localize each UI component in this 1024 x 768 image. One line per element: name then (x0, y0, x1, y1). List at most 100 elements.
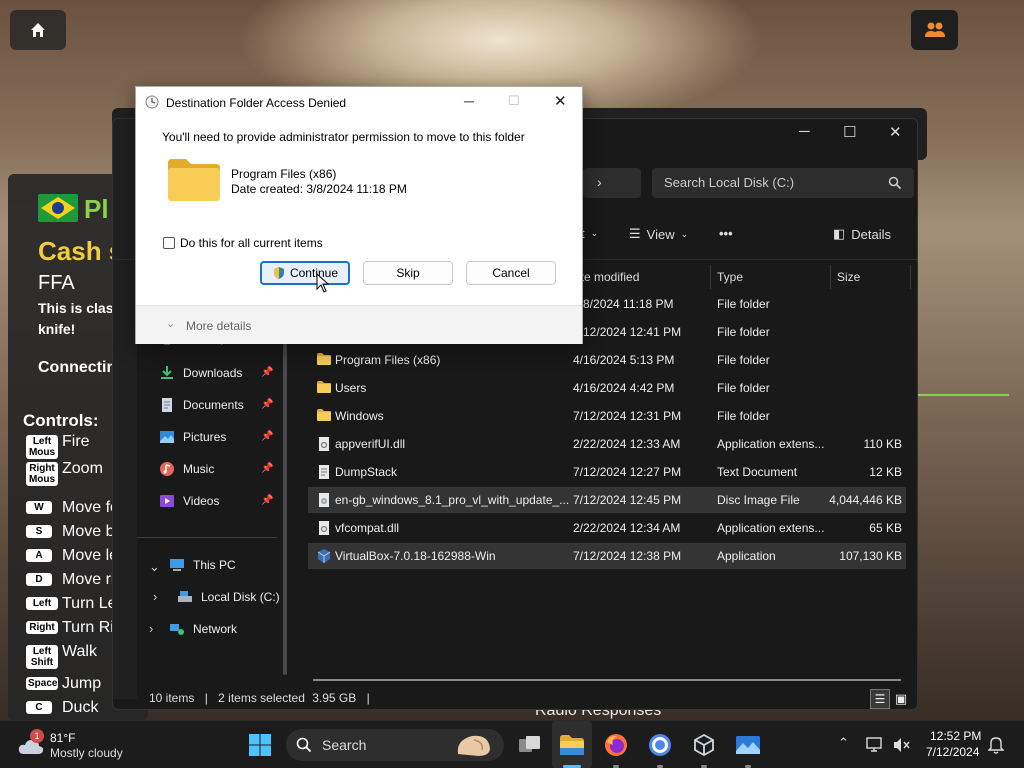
file-size: 107,130 KB (839, 549, 902, 563)
chevron-right-icon: › (597, 174, 602, 190)
column-size[interactable]: Size (831, 265, 911, 289)
control-key: Right Mous (26, 462, 58, 486)
nav-item[interactable]: Downloads (159, 361, 242, 385)
more-details-link[interactable]: More details (186, 319, 251, 333)
nav-item[interactable]: Music (159, 457, 214, 481)
volume-muted-icon[interactable] (893, 737, 911, 753)
file-date: 7/12/2024 12:38 PM (573, 549, 682, 563)
column-date-modified[interactable]: ate modified (568, 265, 711, 289)
file-move-icon (145, 95, 159, 109)
file-type: File folder (717, 381, 770, 395)
pin-icon[interactable]: 📌 (261, 367, 273, 378)
pin-icon[interactable]: 📌 (261, 399, 273, 410)
nav-scrollbar[interactable] (283, 295, 287, 675)
uac-shield-icon (273, 267, 284, 279)
control-key: Right (26, 621, 58, 634)
start-button[interactable] (246, 731, 274, 759)
chrome-icon (649, 734, 671, 756)
photos-taskbar-button[interactable] (734, 731, 762, 759)
control-action: Fire (62, 433, 90, 450)
hud-line (905, 394, 1009, 396)
file-date: 7/12/2024 12:41 PM (573, 325, 682, 339)
file-date: 4/16/2024 5:13 PM (573, 353, 675, 367)
task-view-button[interactable] (516, 731, 544, 759)
file-date: 2/22/2024 12:33 AM (573, 437, 681, 451)
close-icon[interactable]: ✕ (889, 123, 902, 141)
details-pane-button[interactable]: ◧ Details (833, 226, 891, 242)
game-type-label: FFA (38, 272, 75, 294)
file-row[interactable]: Windows 7/12/2024 12:31 PM File folder (308, 403, 906, 429)
nav-item[interactable]: Documents (159, 393, 244, 417)
file-row[interactable]: VirtualBox-7.0.18-162988-Win 7/12/2024 12… (308, 543, 906, 569)
virtualbox-icon (694, 733, 714, 757)
control-key: D (26, 573, 52, 586)
pin-icon[interactable]: 📌 (261, 431, 273, 442)
game-description-line2: knife! (38, 321, 76, 337)
virtualbox-taskbar-button[interactable] (690, 731, 718, 759)
people-icon (924, 22, 945, 37)
file-row[interactable]: Program Files (x86) 4/16/2024 5:13 PM File… (308, 347, 906, 373)
file-explorer-taskbar-button[interactable] (558, 731, 586, 759)
details-view-icon[interactable]: ☰ (870, 689, 890, 709)
file-row[interactable]: vfcompat.dll 2/22/2024 12:34 AM Applicatio… (308, 515, 906, 541)
pictures-icon (160, 431, 174, 443)
view-button[interactable]: ☰ View ⌄ (629, 226, 688, 242)
pin-icon[interactable]: 📌 (261, 463, 273, 474)
minimize-icon[interactable]: ─ (799, 123, 810, 140)
pin-icon[interactable]: 📌 (261, 495, 273, 506)
search-box[interactable]: Search Local Disk (C:) (652, 168, 914, 198)
dialog-message: You'll need to provide administrator per… (162, 130, 525, 144)
chevron-down-icon[interactable]: ⌄ (149, 559, 160, 575)
home-icon (31, 23, 45, 37)
address-bar[interactable]: › (583, 168, 641, 198)
nav-item[interactable]: Pictures (159, 425, 226, 449)
minimize-icon[interactable]: ─ (464, 93, 474, 109)
clock-time[interactable]: 12:52 PM (930, 729, 981, 743)
notifications-bell-icon[interactable] (988, 736, 1004, 754)
home-button[interactable] (10, 10, 66, 50)
tiles-view-icon[interactable]: ▣ (892, 689, 910, 709)
file-row[interactable]: DumpStack 7/12/2024 12:27 PM Text Document… (308, 459, 906, 485)
cancel-button[interactable]: Cancel (466, 261, 556, 285)
chevron-right-icon[interactable]: › (153, 589, 157, 604)
more-options-button[interactable]: ••• (719, 226, 733, 241)
nav-item[interactable]: This PC (169, 553, 236, 577)
sort-button[interactable]: t⌄ (581, 226, 598, 241)
horizontal-scrollbar[interactable] (313, 679, 901, 681)
nav-item-label: Videos (183, 494, 220, 508)
status-bar: 10 items | 2 items selected 3.95 GB | (149, 691, 370, 705)
file-row[interactable]: appverifUI.dll 2/22/2024 12:33 AM Applicat… (308, 431, 906, 457)
selected-count: 2 items selected (218, 691, 305, 705)
search-input[interactable]: Search Local Disk (C:) (664, 175, 794, 190)
clock-date[interactable]: 7/12/2024 (926, 745, 979, 759)
view-toggle: ☰ ▣ (870, 689, 910, 709)
network-icon[interactable] (866, 737, 886, 753)
taskbar-search-label: Search (322, 737, 367, 753)
weather-widget[interactable]: 1 81°F Mostly cloudy (16, 729, 126, 761)
nav-item-label: Downloads (183, 366, 243, 380)
nav-item[interactable]: Network (169, 617, 237, 641)
file-row[interactable]: Users 4/16/2024 4:42 PM File folder (308, 375, 906, 401)
maximize-icon[interactable]: ☐ (843, 123, 856, 141)
chevron-right-icon[interactable]: › (149, 621, 153, 636)
team-button[interactable] (911, 10, 958, 50)
file-row[interactable]: en-gb_windows_8.1_pro_vl_with_update_...… (308, 487, 906, 513)
nav-item[interactable]: Local Disk (C:) (177, 585, 280, 609)
file-type: File folder (717, 297, 770, 311)
chrome-taskbar-button[interactable] (646, 731, 674, 759)
file-name: en-gb_windows_8.1_pro_vl_with_update_... (335, 493, 570, 507)
apply-all-checkbox[interactable] (163, 237, 175, 249)
chevron-up-icon[interactable]: ⌃ (838, 735, 849, 751)
close-icon[interactable]: ✕ (554, 92, 567, 110)
mouse-cursor-icon (316, 273, 330, 293)
taskbar-search[interactable]: Search (286, 729, 504, 761)
music-icon (160, 462, 174, 476)
file-name: vfcompat.dll (335, 521, 400, 535)
skip-button[interactable]: Skip (363, 261, 453, 285)
more-icon: ••• (719, 226, 733, 241)
nav-item[interactable]: Videos (159, 489, 219, 513)
firefox-taskbar-button[interactable] (602, 731, 630, 759)
dll-file-icon (319, 437, 329, 451)
column-type[interactable]: Type (711, 265, 831, 289)
continue-button[interactable]: Continue (260, 261, 350, 285)
